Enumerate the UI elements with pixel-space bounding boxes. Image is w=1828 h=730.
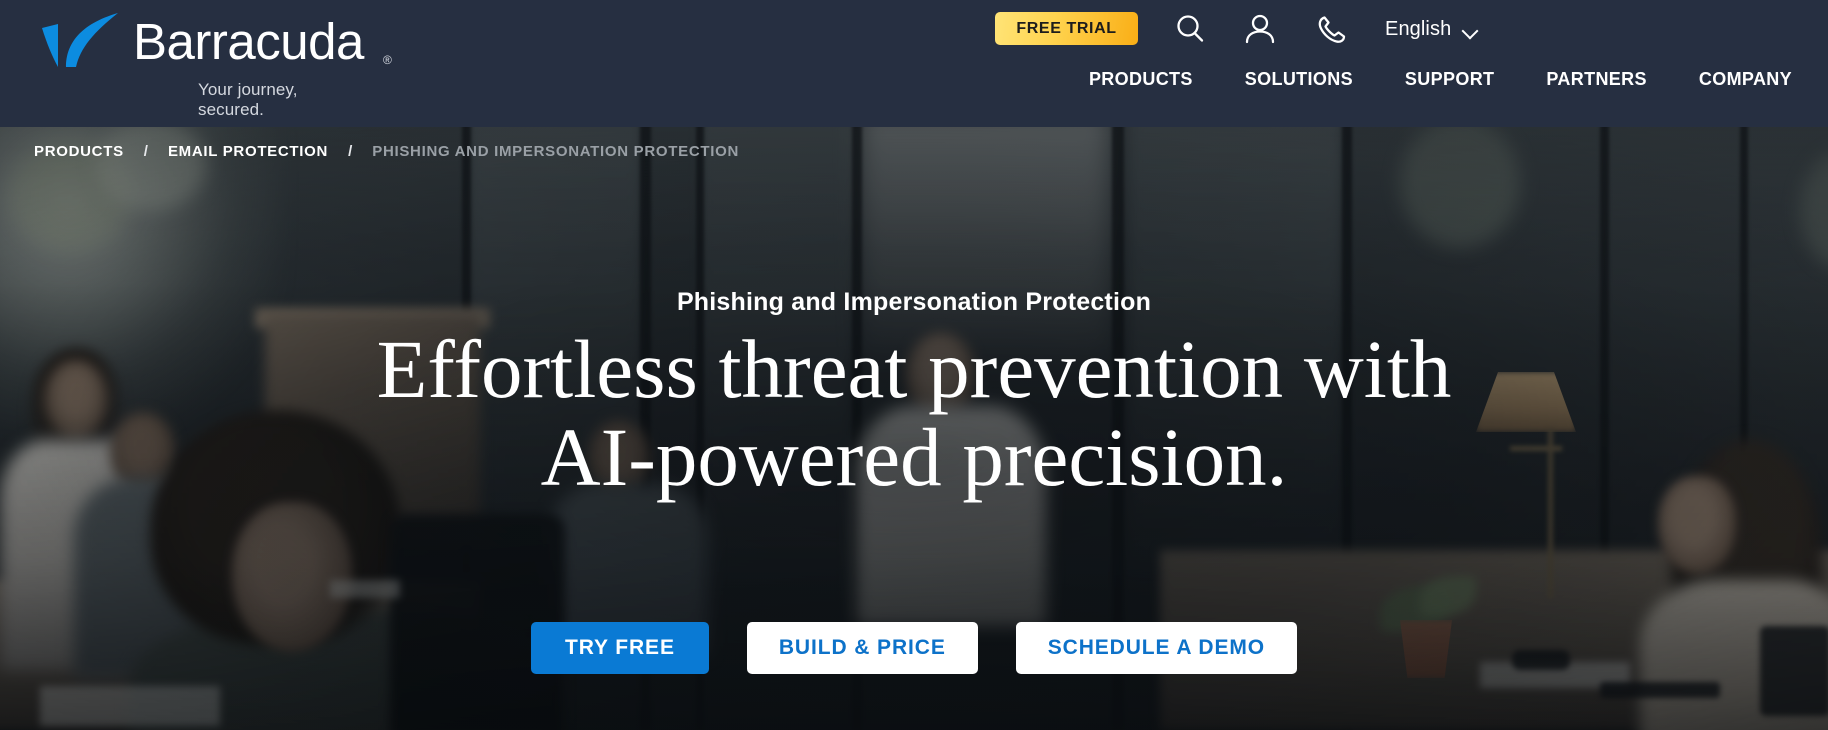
language-label: English: [1385, 17, 1452, 40]
phone-icon[interactable]: [1313, 10, 1351, 48]
page-root: PRODUCTS / EMAIL PROTECTION / PHISHING A…: [0, 0, 1828, 730]
page-title: Effortless threat prevention with AI-pow…: [0, 325, 1828, 501]
barracuda-logo-link[interactable]: Barracuda ® Your journey, secured.: [36, 8, 392, 120]
headline-line-2: AI-powered precision.: [540, 411, 1288, 503]
account-icon[interactable]: [1241, 10, 1279, 48]
registered-mark: ®: [383, 53, 392, 67]
search-icon[interactable]: [1171, 10, 1209, 48]
hero-cta-group: TRY FREE BUILD & PRICE SCHEDULE A DEMO: [0, 622, 1828, 674]
site-header: Barracuda ® Your journey, secured. FREE …: [0, 0, 1828, 127]
breadcrumb-item-products[interactable]: PRODUCTS: [34, 143, 124, 160]
hero-eyebrow: Phishing and Impersonation Protection: [676, 288, 1152, 316]
try-free-button[interactable]: TRY FREE: [530, 622, 709, 674]
nav-item-company[interactable]: COMPANY: [1673, 64, 1792, 95]
chevron-down-icon: [1463, 25, 1478, 34]
brand-wordmark: Barracuda: [133, 13, 364, 70]
barracuda-fin-logo-icon: [36, 12, 122, 74]
breadcrumb: PRODUCTS / EMAIL PROTECTION / PHISHING A…: [34, 143, 739, 160]
nav-item-partners[interactable]: PARTNERS: [1520, 64, 1672, 95]
breadcrumb-item-current: PHISHING AND IMPERSONATION PROTECTION: [372, 143, 739, 160]
hero-section: PRODUCTS / EMAIL PROTECTION / PHISHING A…: [0, 110, 1828, 730]
breadcrumb-separator: /: [143, 143, 148, 160]
nav-item-support[interactable]: SUPPORT: [1379, 64, 1520, 95]
language-selector[interactable]: English: [1385, 14, 1478, 44]
nav-item-products[interactable]: PRODUCTS: [1063, 64, 1219, 95]
brand-tagline: Your journey, secured.: [198, 80, 298, 119]
main-navigation: PRODUCTS SOLUTIONS SUPPORT PARTNERS COMP…: [1063, 64, 1792, 95]
schedule-a-demo-button[interactable]: SCHEDULE A DEMO: [1015, 622, 1298, 674]
free-trial-button[interactable]: FREE TRIAL: [995, 12, 1138, 45]
headline-line-1: Effortless threat prevention with: [376, 323, 1452, 415]
nav-item-solutions[interactable]: SOLUTIONS: [1219, 64, 1379, 95]
breadcrumb-separator: /: [348, 143, 353, 160]
breadcrumb-item-email-protection[interactable]: EMAIL PROTECTION: [168, 143, 328, 160]
build-and-price-button[interactable]: BUILD & PRICE: [746, 622, 978, 674]
